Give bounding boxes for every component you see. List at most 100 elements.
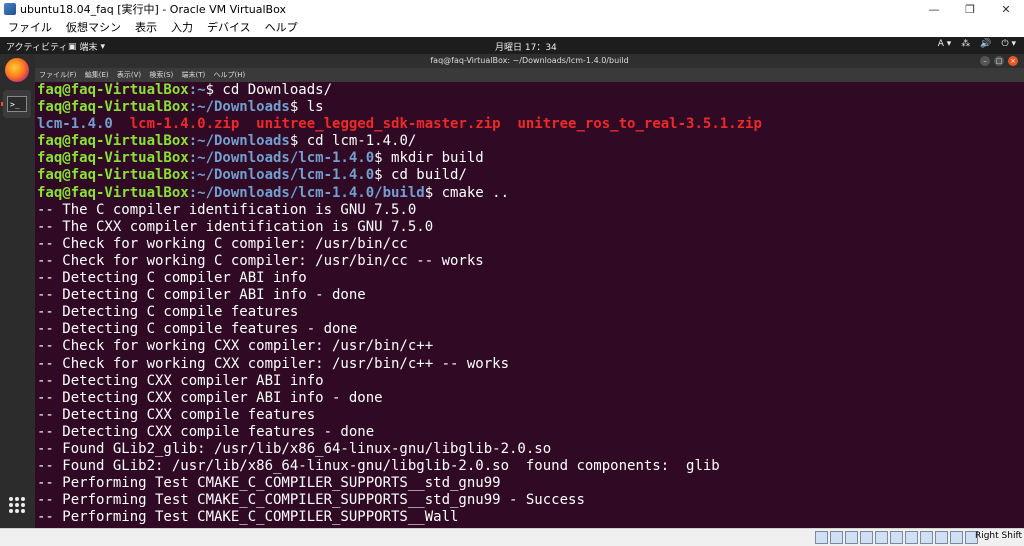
terminal-line: -- Check for working CXX compiler: /usr/… bbox=[37, 356, 762, 373]
output-text: -- Detecting C compile features - done bbox=[37, 321, 358, 338]
network-icon[interactable]: ⁂ bbox=[961, 39, 970, 49]
command-text: $ cd Downloads/ bbox=[205, 82, 333, 98]
output-text: -- Found GLib2_glib: /usr/lib/x86_64-lin… bbox=[37, 440, 552, 457]
prompt-path: :~ bbox=[188, 82, 206, 98]
menu-help[interactable]: ヘルプ bbox=[265, 19, 298, 35]
close-button[interactable]: ✕ bbox=[988, 0, 1024, 18]
terminal-close-button[interactable]: × bbox=[1008, 56, 1018, 66]
terminal-output[interactable]: faq@faq-VirtualBox:~$ cd Downloads/faq@f… bbox=[35, 82, 1024, 528]
output-text: -- Check for working CXX compiler: /usr/… bbox=[37, 338, 434, 355]
network-icon[interactable] bbox=[860, 531, 873, 544]
terminal-line: -- Performing Test CMAKE_C_COMPILER_SUPP… bbox=[37, 509, 762, 526]
terminal-line: -- Detecting C compiler ABI info - done bbox=[37, 287, 762, 304]
terminal-line: -- Found GLib2: /usr/lib/x86_64-linux-gn… bbox=[37, 458, 762, 475]
terminal-line: -- Performing Test CMAKE_C_COMPILER_SUPP… bbox=[37, 492, 762, 509]
menu-machine[interactable]: 仮想マシン bbox=[66, 19, 121, 35]
output-text: -- Check for working C compiler: /usr/bi… bbox=[37, 235, 408, 252]
prompt-user: faq@faq-VirtualBox bbox=[37, 99, 189, 116]
minimize-button[interactable]: — bbox=[916, 0, 952, 18]
output-text: -- Check for working CXX compiler: /usr/… bbox=[37, 355, 510, 372]
terminal-menu-view[interactable]: 表示(V) bbox=[117, 71, 141, 79]
apps-grid-icon[interactable] bbox=[9, 497, 25, 513]
terminal-menu-help[interactable]: ヘルプ(H) bbox=[213, 71, 245, 79]
terminal-menu-search[interactable]: 検索(S) bbox=[149, 71, 173, 79]
terminal-menu-file[interactable]: ファイル(F) bbox=[39, 71, 77, 79]
optical-drive-icon[interactable] bbox=[830, 531, 843, 544]
menu-input[interactable]: 入力 bbox=[171, 19, 193, 35]
terminal-line: -- Found GLib2_glib: /usr/lib/x86_64-lin… bbox=[37, 441, 762, 458]
audio-icon[interactable] bbox=[845, 531, 858, 544]
hdd-icon[interactable] bbox=[815, 531, 828, 544]
terminal-lines: faq@faq-VirtualBox:~$ cd Downloads/faq@f… bbox=[37, 82, 762, 526]
terminal-line: -- Check for working C compiler: /usr/bi… bbox=[37, 253, 762, 270]
terminal-small-icon: ▣ bbox=[68, 41, 77, 52]
video-capture-icon[interactable] bbox=[920, 531, 933, 544]
command-text: $ cd build/ bbox=[374, 167, 467, 184]
output-text: -- Found GLib2: /usr/lib/x86_64-linux-gn… bbox=[37, 458, 720, 475]
terminal-line: faq@faq-VirtualBox:~/Downloads/lcm-1.4.0… bbox=[37, 167, 762, 184]
terminal-line: -- The CXX compiler identification is GN… bbox=[37, 219, 762, 236]
terminal-minimize-button[interactable]: – bbox=[980, 56, 990, 66]
terminal-menu-terminal[interactable]: 端末(T) bbox=[182, 71, 206, 79]
prompt-user: faq@faq-VirtualBox bbox=[37, 167, 189, 184]
output-text: -- Detecting CXX compile features bbox=[37, 406, 316, 423]
window-title: ubuntu18.04_faq [実行中] - Oracle VM Virtua… bbox=[20, 3, 287, 16]
terminal-line: -- Detecting CXX compiler ABI info - don… bbox=[37, 390, 762, 407]
output-text: -- Check for working C compiler: /usr/bi… bbox=[37, 252, 484, 269]
terminal-line: -- Detecting C compiler ABI info bbox=[37, 270, 762, 287]
firefox-icon[interactable] bbox=[5, 58, 29, 82]
prompt-path: :~/Downloads/lcm-1.4.0 bbox=[188, 167, 375, 184]
terminal-line: -- The C compiler identification is GNU … bbox=[37, 202, 762, 219]
restore-button[interactable]: ❐ bbox=[952, 0, 988, 18]
prompt-path: :~/Downloads bbox=[188, 99, 290, 116]
gnome-topbar: アクティビティ ▣ 端末 ▾ 月曜日 17：34 A ▾ ⁂ 🔊 ⏻ ▾ bbox=[0, 37, 1024, 54]
menu-file[interactable]: ファイル bbox=[8, 19, 52, 35]
cpu-icon[interactable] bbox=[935, 531, 948, 544]
terminal-title: faq@faq-VirtualBox: ~/Downloads/lcm-1.4.… bbox=[430, 56, 629, 65]
output-text: -- Performing Test CMAKE_C_COMPILER_SUPP… bbox=[37, 475, 501, 492]
system-tray[interactable]: A ▾ ⁂ 🔊 ⏻ ▾ bbox=[938, 39, 1016, 49]
terminal-line: faq@faq-VirtualBox:~/Downloads/lcm-1.4.0… bbox=[37, 185, 762, 202]
terminal-line: -- Check for working C compiler: /usr/bi… bbox=[37, 236, 762, 253]
listing-zip-file: lcm-1.4.0.zip bbox=[129, 116, 240, 133]
volume-icon[interactable]: 🔊 bbox=[980, 39, 991, 49]
window-controls: — ❐ ✕ bbox=[916, 0, 1024, 18]
listing-zip-file: unitree_legged_sdk-master.zip bbox=[256, 116, 501, 133]
terminal-line: -- Detecting CXX compiler ABI info bbox=[37, 373, 762, 390]
terminal-icon[interactable]: >_ bbox=[3, 90, 31, 118]
terminal-line: -- Detecting CXX compile features bbox=[37, 407, 762, 424]
menu-view[interactable]: 表示 bbox=[135, 19, 157, 35]
virtualbox-icon bbox=[4, 3, 16, 15]
host-titlebar: ubuntu18.04_faq [実行中] - Oracle VM Virtua… bbox=[0, 0, 1024, 18]
prompt-user: faq@faq-VirtualBox bbox=[37, 184, 189, 201]
app-menu[interactable]: ▣ 端末 ▾ bbox=[68, 40, 105, 54]
prompt-user: faq@faq-VirtualBox bbox=[37, 133, 189, 150]
terminal-line: faq@faq-VirtualBox:~/Downloads$ cd lcm-1… bbox=[37, 133, 762, 150]
status-icons bbox=[815, 531, 978, 544]
prompt-user: faq@faq-VirtualBox bbox=[37, 150, 189, 167]
input-method-icon[interactable]: A ▾ bbox=[938, 39, 952, 49]
terminal-maximize-button[interactable]: □ bbox=[994, 56, 1004, 66]
output-text: -- Detecting C compile features bbox=[37, 304, 299, 321]
shared-folder-icon[interactable] bbox=[890, 531, 903, 544]
display-icon[interactable] bbox=[905, 531, 918, 544]
output-text: -- The C compiler identification is GNU … bbox=[37, 201, 417, 218]
terminal-menu-edit[interactable]: 編集(E) bbox=[85, 71, 109, 79]
globe-icon[interactable] bbox=[950, 531, 963, 544]
output-text: -- Detecting C compiler ABI info bbox=[37, 270, 307, 287]
output-text: -- The CXX compiler identification is GN… bbox=[37, 218, 434, 235]
menu-devices[interactable]: デバイス bbox=[207, 19, 251, 35]
output-text: -- Performing Test CMAKE_C_COMPILER_SUPP… bbox=[37, 509, 459, 526]
output-text: -- Detecting CXX compiler ABI info bbox=[37, 372, 324, 389]
terminal-line: lcm-1.4.0 lcm-1.4.0.zip unitree_legged_s… bbox=[37, 116, 762, 133]
host-key-label: Right Shift bbox=[974, 531, 1022, 541]
activities-button[interactable]: アクティビティ bbox=[6, 40, 67, 53]
usb-icon[interactable] bbox=[875, 531, 888, 544]
output-text: -- Detecting C compiler ABI info - done bbox=[37, 287, 366, 304]
host-statusbar: Right Shift bbox=[0, 528, 1024, 546]
clock[interactable]: 月曜日 17：34 bbox=[495, 40, 557, 53]
listing-zip-file: unitree_ros_to_real-3.5.1.zip bbox=[517, 116, 762, 133]
terminal-glyph: >_ bbox=[7, 96, 27, 112]
power-icon[interactable]: ⏻ ▾ bbox=[1002, 39, 1017, 49]
output-text: -- Detecting CXX compile features - done bbox=[37, 423, 375, 440]
